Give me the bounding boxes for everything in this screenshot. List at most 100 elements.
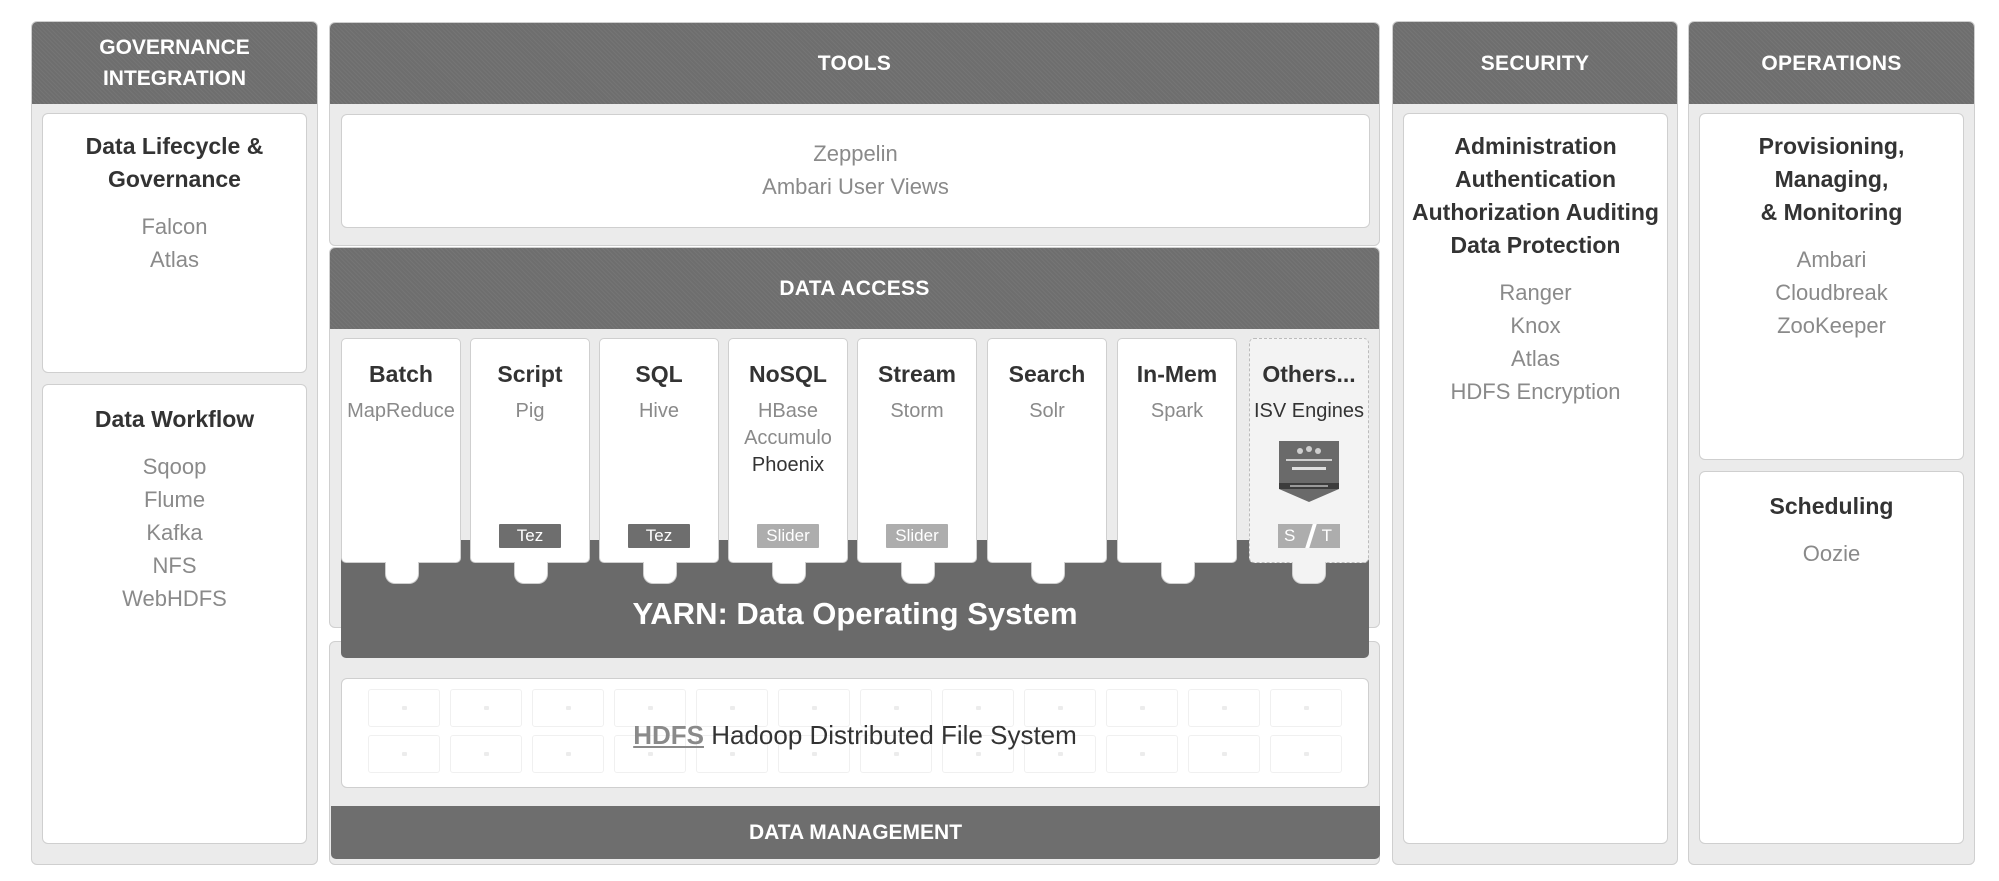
list-item: Knox: [1510, 313, 1561, 338]
list-item: Pig: [515, 400, 545, 422]
list-item: ISV Engines: [1253, 400, 1365, 422]
scheduling-title: Scheduling: [1769, 493, 1894, 519]
governance-integration-header: GOVERNANCE INTEGRATION: [32, 22, 317, 104]
data-access-header: DATA ACCESS: [330, 248, 1379, 329]
list-item: Ambari User Views: [762, 174, 949, 199]
engine-tile-stream: Stream Storm Slider: [857, 338, 977, 563]
engine-list: Spark: [1118, 398, 1236, 425]
engine-name: Others...: [1262, 361, 1356, 387]
list-item: Cloudbreak: [1775, 280, 1888, 305]
engine-name: NoSQL: [749, 361, 827, 387]
tools-list: Zeppelin Ambari User Views: [342, 137, 1369, 203]
data-lifecycle-title: Data Lifecycle & Governance: [85, 133, 264, 192]
operations-header: OPERATIONS: [1689, 22, 1974, 104]
engine-name: In-Mem: [1136, 361, 1218, 387]
yarn-title: YARN: Data Operating System: [632, 596, 1078, 631]
provisioning-title-line: Provisioning, Managing,: [1758, 133, 1905, 192]
engine-list: Storm: [858, 398, 976, 425]
engine-list: MapReduce: [342, 398, 460, 425]
engine-name: Batch: [369, 361, 433, 387]
s-t-badge: S T: [1278, 524, 1340, 548]
t-label: T: [1321, 526, 1332, 545]
list-item: Falcon: [141, 214, 208, 239]
scheduling-card: Scheduling Oozie: [1699, 471, 1964, 844]
list-item: Solr: [1029, 400, 1065, 422]
engine-tile-nosql: NoSQL HBase Accumulo Phoenix Slider: [728, 338, 848, 563]
engine-tile-others: Others... ISV Engines S T: [1249, 338, 1369, 563]
engine-name: Stream: [878, 361, 956, 387]
list-item: Hive: [638, 400, 679, 422]
list-item: Accumulo: [744, 427, 832, 449]
provisioning-title: Provisioning, Managing, & Monitoring: [1700, 130, 1963, 229]
security-card: Administration Authentication Authorizat…: [1403, 113, 1668, 844]
engine-tile-in-mem: In-Mem Spark: [1117, 338, 1237, 563]
slash-icon: [1305, 524, 1317, 548]
engine-name: Script: [497, 361, 563, 387]
list-item: ZooKeeper: [1777, 313, 1886, 338]
list-item: HDFS Encryption: [1450, 379, 1621, 404]
hdfs-label: HDFS Hadoop Distributed File System: [342, 719, 1368, 751]
engine-name: SQL: [635, 361, 683, 387]
list-item: NFS: [152, 553, 197, 578]
data-workflow-title: Data Workflow: [94, 406, 255, 432]
security-header: SECURITY: [1393, 22, 1677, 104]
list-item: Spark: [1150, 400, 1204, 422]
list-item: Zeppelin: [813, 141, 898, 166]
slider-badge: Slider: [886, 524, 948, 548]
engine-list: Hive: [600, 398, 718, 425]
engine-list: HBase Accumulo Phoenix: [729, 398, 847, 479]
slider-badge: Slider: [757, 524, 819, 548]
data-management-header: DATA MANAGEMENT: [331, 806, 1380, 859]
list-item: Ambari: [1796, 247, 1867, 272]
hdfs-card: HDFS Hadoop Distributed File System: [341, 678, 1369, 788]
engine-tile-batch: Batch MapReduce: [341, 338, 461, 563]
provisioning-title-line: & Monitoring: [1760, 199, 1903, 225]
governance-integration-panel: GOVERNANCE INTEGRATION Data Lifecycle & …: [31, 21, 318, 865]
scheduling-list: Oozie: [1700, 537, 1963, 570]
governance-integration-header-text: GOVERNANCE INTEGRATION: [99, 36, 250, 90]
list-item: Atlas: [1511, 346, 1560, 371]
security-title: Administration Authentication Authorizat…: [1404, 130, 1667, 262]
tile-connector: [772, 562, 806, 584]
list-item: Flume: [143, 487, 206, 512]
security-title-line: Administration: [1454, 133, 1617, 159]
security-title-line: Authentication: [1455, 166, 1616, 192]
tile-connector: [643, 562, 677, 584]
data-lifecycle-card: Data Lifecycle & Governance Falcon Atlas: [42, 113, 307, 373]
security-panel: SECURITY Administration Authentication A…: [1392, 21, 1678, 865]
list-item: Kafka: [146, 520, 203, 545]
data-lifecycle-list: Falcon Atlas: [43, 210, 306, 276]
engine-tile-search: Search Solr: [987, 338, 1107, 563]
tile-connector: [1292, 562, 1326, 584]
tez-badge: Tez: [499, 524, 561, 548]
engine-tile-script: Script Pig Tez: [470, 338, 590, 563]
list-item: Storm: [890, 400, 944, 422]
list-item: Phoenix: [751, 454, 825, 476]
engine-name: Search: [1008, 361, 1086, 387]
provisioning-card: Provisioning, Managing, & Monitoring Amb…: [1699, 113, 1964, 460]
list-item: Atlas: [150, 247, 199, 272]
list-item: MapReduce: [347, 400, 455, 422]
engine-list: ISV Engines: [1250, 398, 1368, 425]
security-title-line: Data Protection: [1450, 232, 1621, 258]
tile-connector: [1161, 562, 1195, 584]
hdfs-abbr: HDFS: [633, 720, 704, 750]
list-item: WebHDFS: [122, 586, 227, 611]
data-workflow-list: Sqoop Flume Kafka NFS WebHDFS: [43, 450, 306, 615]
engine-list: Solr: [988, 398, 1106, 425]
list-item: Ranger: [1499, 280, 1572, 305]
tile-connector: [385, 562, 419, 584]
data-workflow-card: Data Workflow Sqoop Flume Kafka NFS WebH…: [42, 384, 307, 844]
list-item: HBase: [757, 400, 819, 422]
yarn-ready-certified-icon: [1279, 441, 1339, 502]
tools-panel: TOOLS Zeppelin Ambari User Views: [329, 22, 1380, 246]
tile-connector: [1031, 562, 1065, 584]
security-list: Ranger Knox Atlas HDFS Encryption: [1404, 276, 1667, 408]
tools-header: TOOLS: [330, 23, 1379, 104]
tez-badge: Tez: [628, 524, 690, 548]
tile-connector: [901, 562, 935, 584]
operations-panel: OPERATIONS Provisioning, Managing, & Mon…: [1688, 21, 1975, 865]
s-label: S: [1284, 526, 1296, 545]
tile-connector: [514, 562, 548, 584]
list-item: Sqoop: [142, 454, 207, 479]
